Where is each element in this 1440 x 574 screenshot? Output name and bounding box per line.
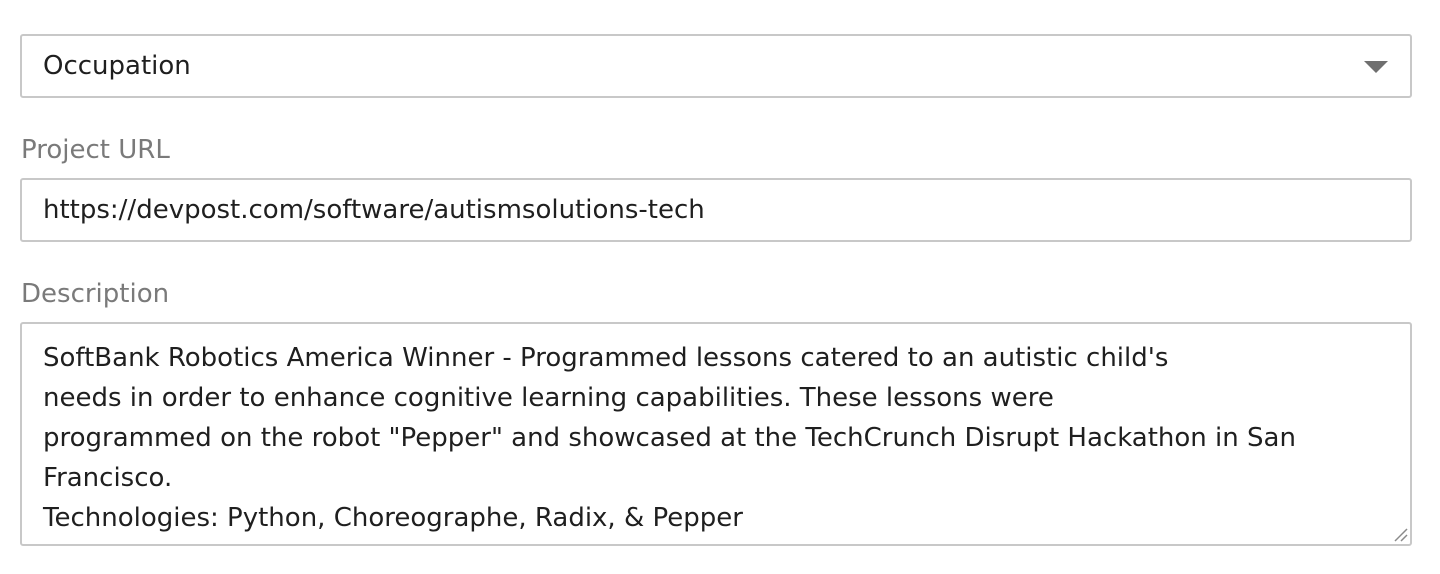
occupation-select-value: Occupation (43, 51, 191, 81)
description-textarea[interactable]: SoftBank Robotics America Winner - Progr… (20, 322, 1412, 546)
description-text: SoftBank Robotics America Winner - Progr… (43, 338, 1390, 538)
description-line: Technologies: Python, Choreographe, Radi… (43, 503, 743, 533)
description-line: SoftBank Robotics America Winner - Progr… (43, 343, 1169, 373)
chevron-down-icon[interactable] (1364, 61, 1388, 73)
project-url-value: https://devpost.com/software/autismsolut… (43, 195, 705, 225)
description-line: programmed on the robot "Pepper" and sho… (43, 423, 1296, 453)
occupation-select[interactable]: Occupation (20, 34, 1412, 98)
resize-handle-icon[interactable] (1392, 526, 1408, 542)
description-label: Description (21, 279, 170, 309)
project-url-label: Project URL (21, 135, 170, 165)
project-url-input[interactable]: https://devpost.com/software/autismsolut… (20, 178, 1412, 242)
description-line: Francisco. (43, 463, 173, 493)
description-line: needs in order to enhance cognitive lear… (43, 383, 1054, 413)
